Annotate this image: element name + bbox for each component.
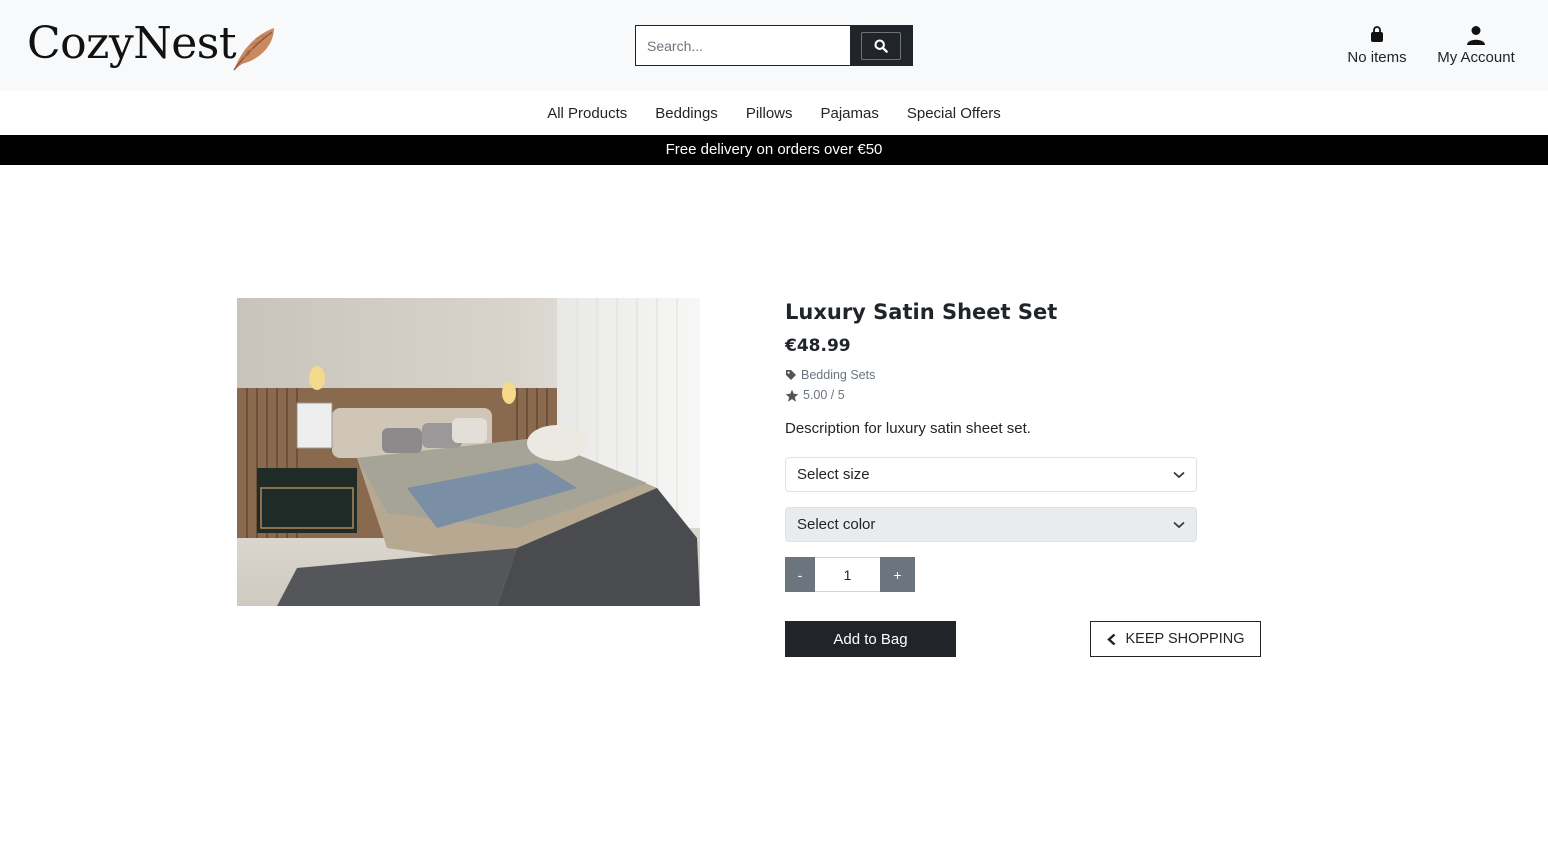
product-title: Luxury Satin Sheet Set xyxy=(785,300,1058,324)
color-select[interactable]: Select color xyxy=(785,507,1197,542)
tag-icon xyxy=(786,370,796,380)
size-select[interactable]: Select size xyxy=(785,457,1197,492)
keep-shopping-button[interactable]: KEEP SHOPPING xyxy=(1090,621,1261,657)
top-header: CozyNest No items My Ac xyxy=(0,0,1548,91)
search-button-inner xyxy=(861,31,902,60)
nav-item-pajamas[interactable]: Pajamas xyxy=(807,105,893,122)
nav-item-beddings[interactable]: Beddings xyxy=(641,105,732,122)
search-button[interactable] xyxy=(850,26,912,65)
feather-icon xyxy=(233,28,274,71)
product-category-label: Bedding Sets xyxy=(801,368,876,382)
product-details: Luxury Satin Sheet Set €48.99 Bedding Se… xyxy=(785,300,1265,444)
product-rating-label: 5.00 / 5 xyxy=(803,388,845,402)
product-image xyxy=(237,298,700,606)
nav-item-special-offers[interactable]: Special Offers xyxy=(893,105,1015,122)
product-rating: 5.00 / 5 xyxy=(785,385,1265,405)
size-select-value: Select size xyxy=(797,466,870,483)
keep-shopping-label: KEEP SHOPPING xyxy=(1125,631,1245,647)
nav-item-all-products[interactable]: All Products xyxy=(533,105,641,122)
chevron-left-icon xyxy=(1106,633,1115,645)
product-description: Description for luxury satin sheet set. xyxy=(785,420,1031,437)
brand-name: CozyNest xyxy=(27,18,237,69)
main-nav: All Products Beddings Pillows Pajamas Sp… xyxy=(0,91,1548,135)
search-icon xyxy=(874,38,888,53)
bag-label: No items xyxy=(1347,49,1407,66)
search-input[interactable] xyxy=(636,26,851,65)
delivery-banner-text: Free delivery on orders over €50 xyxy=(665,141,883,158)
star-icon xyxy=(785,389,799,402)
product-price: €48.99 xyxy=(785,336,851,356)
nav-item-pillows[interactable]: Pillows xyxy=(732,105,807,122)
shopping-bag-icon xyxy=(1371,26,1383,42)
quantity-input[interactable] xyxy=(815,557,880,592)
quantity-decrement-button[interactable]: - xyxy=(785,557,815,592)
quantity-increment-button[interactable]: + xyxy=(880,557,915,592)
delivery-banner: Free delivery on orders over €50 xyxy=(0,135,1548,165)
chevron-down-icon xyxy=(1173,521,1185,528)
my-account-link[interactable]: My Account xyxy=(1432,25,1520,66)
quantity-stepper: - + xyxy=(785,557,915,592)
shopping-bag-link[interactable]: No items xyxy=(1342,25,1412,66)
bedroom-photo xyxy=(237,298,700,606)
search-form xyxy=(635,25,913,66)
add-to-bag-button[interactable]: Add to Bag xyxy=(785,621,956,657)
chevron-down-icon xyxy=(1173,471,1185,478)
user-icon xyxy=(1467,26,1485,45)
product-category-link[interactable]: Bedding Sets xyxy=(785,365,1265,385)
account-label: My Account xyxy=(1437,49,1515,66)
color-select-value: Select color xyxy=(797,516,876,533)
